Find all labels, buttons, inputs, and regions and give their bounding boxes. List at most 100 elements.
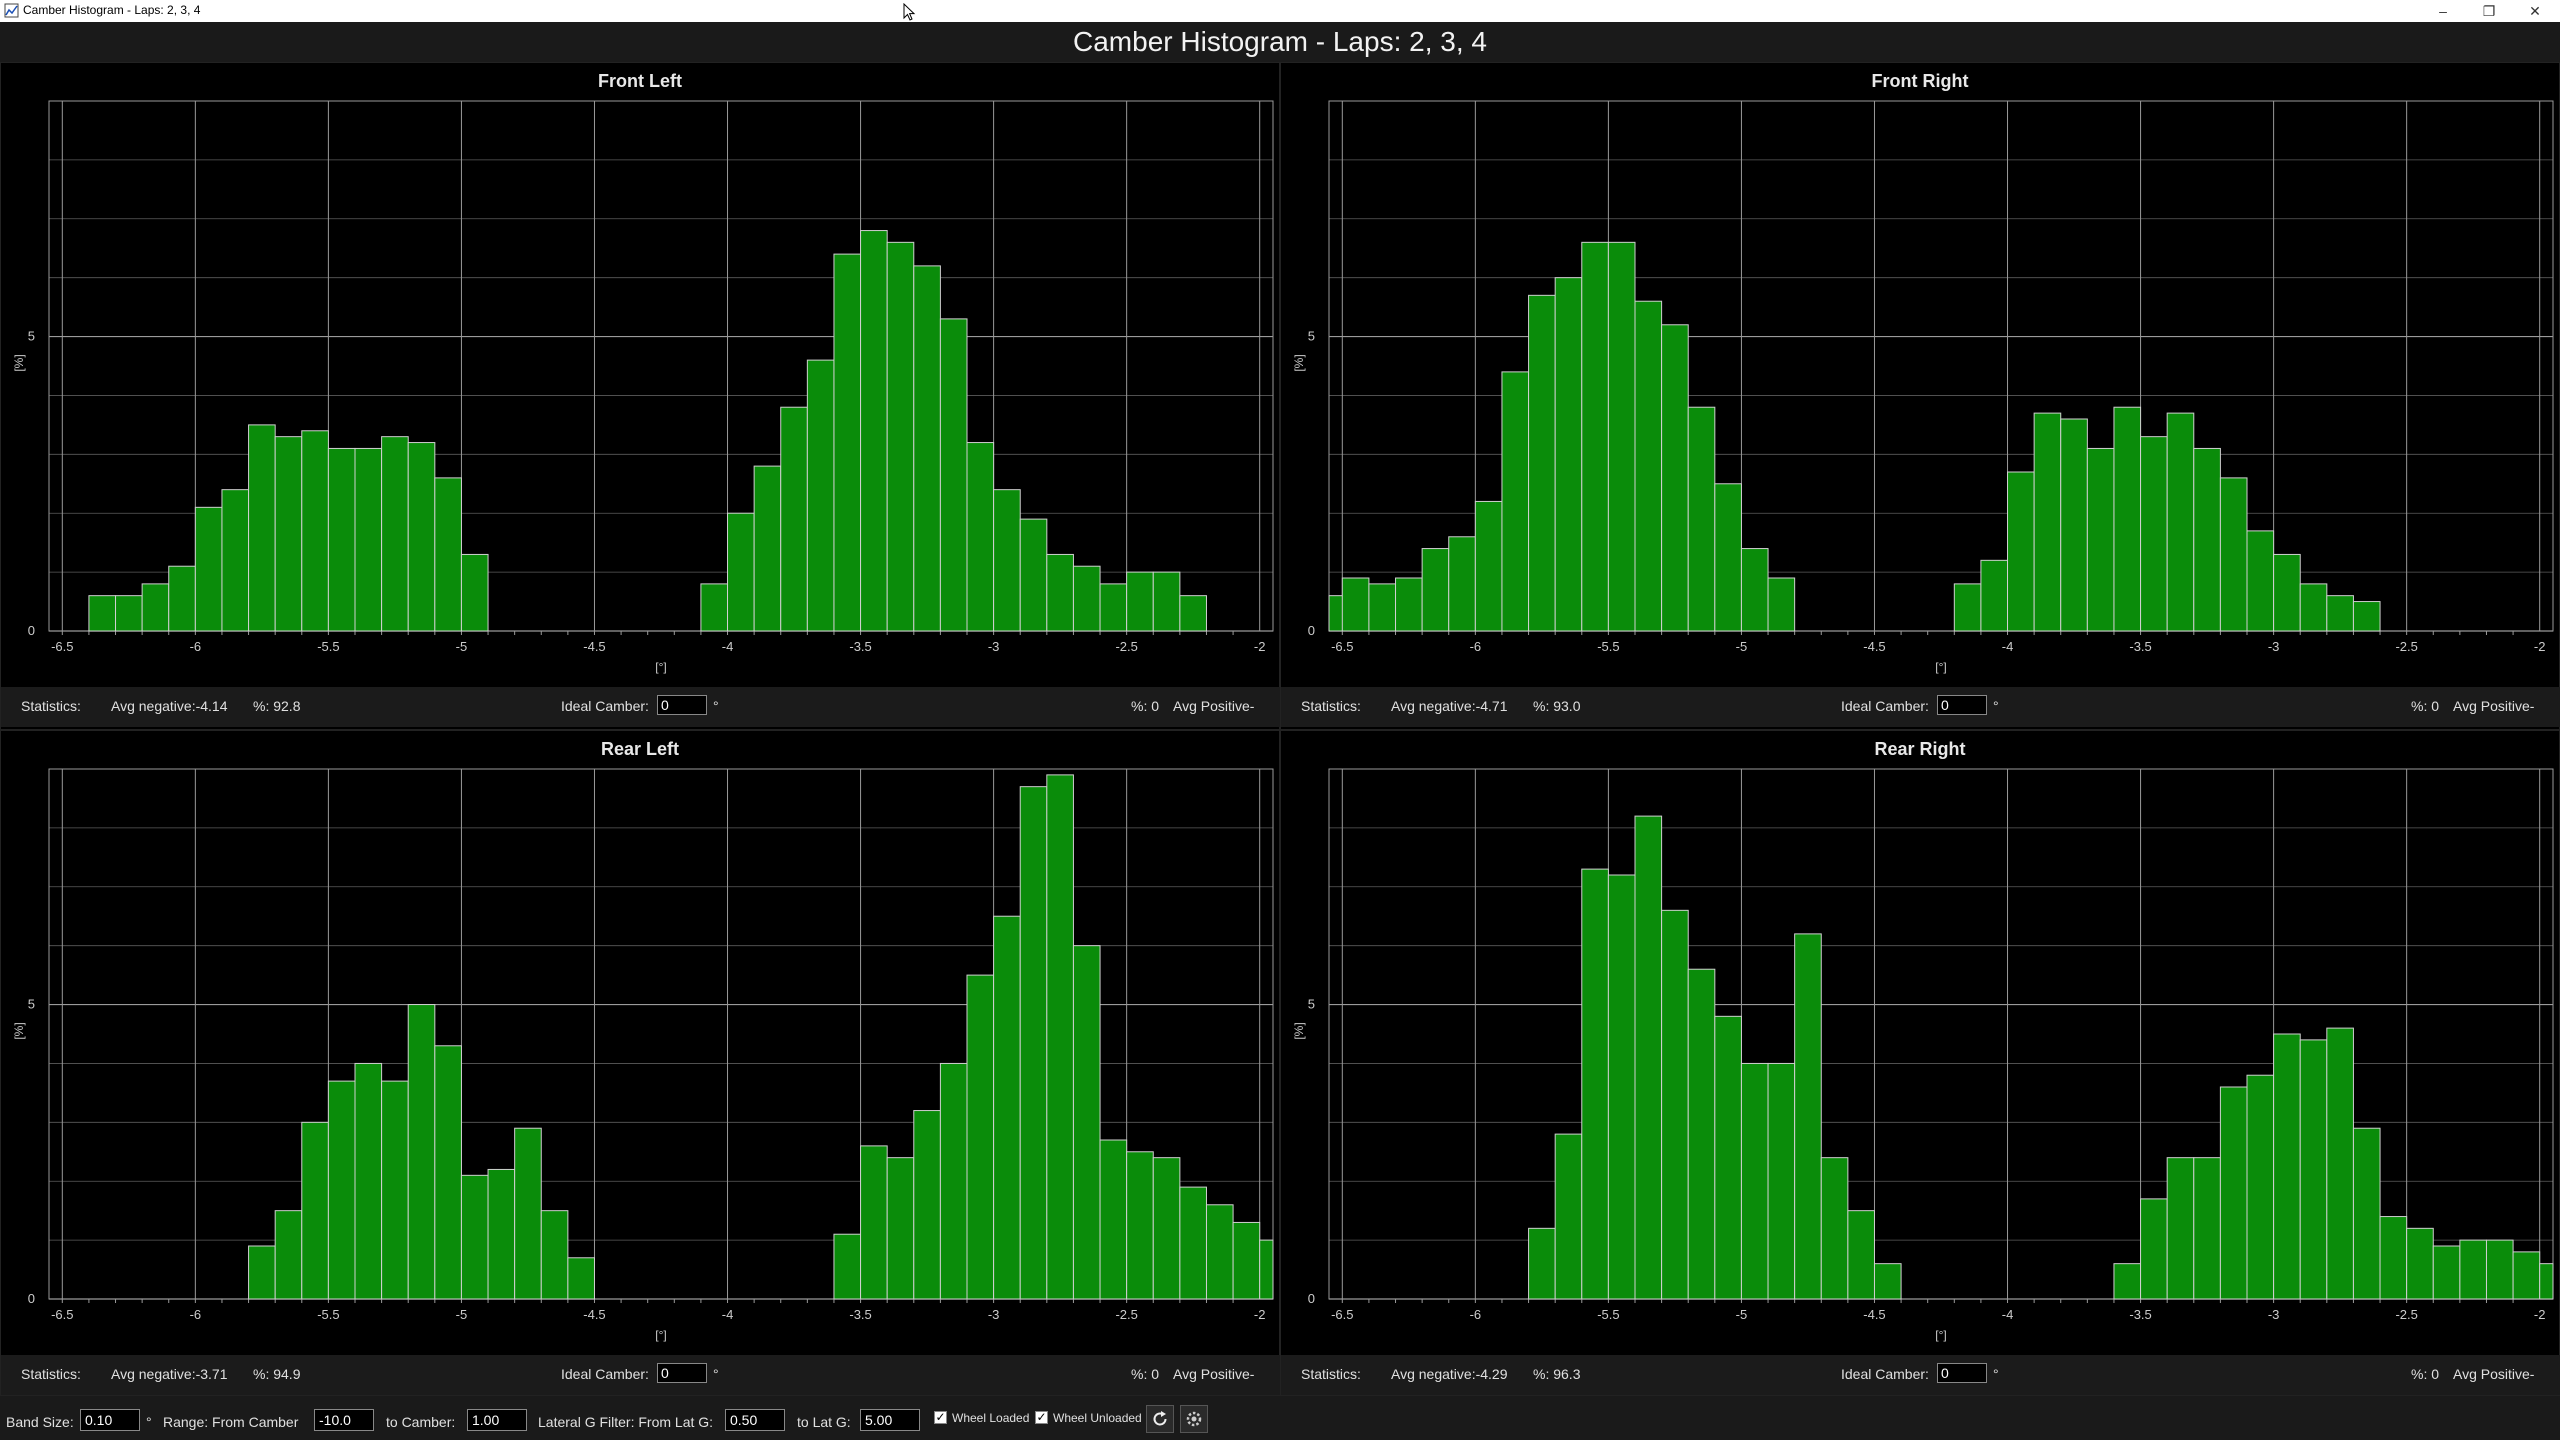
band-size-input[interactable] — [80, 1409, 140, 1431]
to-lat-g-input[interactable] — [860, 1409, 920, 1431]
ideal-camber-input[interactable] — [657, 695, 707, 715]
histogram-bar — [301, 1121, 329, 1300]
histogram-bar — [1019, 518, 1048, 632]
histogram-bar — [1607, 874, 1636, 1300]
histogram-bar — [141, 583, 170, 632]
x-tick-label: -4.5 — [1863, 639, 1885, 654]
x-tick-label: -6 — [1470, 639, 1482, 654]
y-tick-label: 5 — [28, 997, 35, 1012]
wheel-unloaded-checkbox[interactable]: ✓ — [1035, 1411, 1048, 1424]
percent-positive-value: %: 0 — [1131, 698, 1160, 714]
histogram-bar — [753, 465, 782, 632]
percent-negative-value: %: 94.9 — [253, 1366, 301, 1382]
minimize-button[interactable]: – — [2420, 0, 2466, 22]
histogram-bar — [1953, 583, 1982, 632]
histogram-bar — [913, 1110, 941, 1300]
x-tick-label: -5.5 — [1597, 639, 1619, 654]
x-tick-label: -6.5 — [51, 639, 73, 654]
x-tick-label: -5 — [1736, 639, 1748, 654]
histogram-bar — [2060, 418, 2088, 632]
histogram-bar — [727, 512, 755, 632]
ideal-camber-input[interactable] — [657, 1363, 707, 1383]
histogram-bar — [1046, 774, 1074, 1300]
histogram-bar — [2273, 553, 2301, 632]
histogram-bar — [1474, 500, 1503, 632]
ideal-camber-label: Ideal Camber: — [1841, 1366, 1929, 1382]
histogram-bar — [2512, 1251, 2541, 1300]
histogram-bar — [1820, 1157, 1849, 1300]
x-tick-label: -6.5 — [1331, 639, 1353, 654]
avg-negative-value: Avg negative:-4.14 — [111, 698, 228, 714]
statistics-label: Statistics: — [21, 1366, 81, 1382]
x-tick-label: -4 — [2002, 639, 2014, 654]
to-lat-g-label: to Lat G: — [797, 1414, 851, 1430]
degree-unit: ° — [713, 698, 719, 714]
histogram-bar — [2166, 1157, 2195, 1300]
histogram-bar — [1126, 1151, 1154, 1300]
range-from-input[interactable] — [314, 1409, 374, 1431]
x-tick-label: -3 — [988, 1307, 1000, 1322]
histogram-bar — [1205, 1204, 1234, 1300]
x-tick-label: -2 — [1254, 1307, 1266, 1322]
maximize-button[interactable]: ❐ — [2466, 0, 2512, 22]
histogram-bar — [2086, 447, 2115, 632]
window-titlebar: Camber Histogram - Laps: 2, 3, 4 – ❐ ✕ — [0, 0, 2560, 22]
y-axis-label: [%] — [1292, 1022, 1306, 1039]
wheel-loaded-label: Wheel Loaded — [952, 1411, 1030, 1425]
avg-negative-value: Avg negative:-4.71 — [1391, 698, 1508, 714]
histogram-bar — [301, 430, 329, 632]
histogram-bar — [2140, 436, 2168, 632]
histogram-bar — [407, 442, 436, 632]
avg-negative-value: Avg negative:-3.71 — [111, 1366, 228, 1382]
x-tick-label: -2 — [2534, 1307, 2546, 1322]
close-button[interactable]: ✕ — [2512, 0, 2558, 22]
avg-positive-value: Avg Positive- — [1173, 698, 1255, 714]
percent-negative-value: %: 93.0 — [1533, 698, 1581, 714]
settings-icon — [1186, 1411, 1202, 1427]
x-tick-label: -3 — [988, 639, 1000, 654]
histogram-bar — [2033, 412, 2062, 632]
lat-g-from-input[interactable] — [725, 1409, 785, 1431]
x-tick-label: -2 — [2534, 639, 2546, 654]
y-axis-label: [%] — [1292, 354, 1306, 371]
refresh-button[interactable] — [1146, 1405, 1174, 1433]
degree-unit: ° — [713, 1366, 719, 1382]
degree-unit: ° — [1993, 698, 1999, 714]
ideal-camber-input[interactable] — [1937, 1363, 1987, 1383]
window-title: Camber Histogram - Laps: 2, 3, 4 — [23, 3, 201, 17]
histogram-bar — [886, 1157, 915, 1300]
histogram-bar — [2299, 583, 2328, 632]
stats-bar: Statistics: Avg negative:-4.14 %: 92.8 I… — [1, 687, 1281, 727]
histogram-bar — [168, 565, 196, 632]
x-tick-label: -3 — [2268, 1307, 2280, 1322]
histogram-bar — [248, 424, 276, 632]
histogram-bar — [1099, 1139, 1128, 1300]
histogram-chart: -6.5 -6 -5.5 -5 -4.5 -4 -3.5 -3 -2.5 -2 0 5 [°] [%] — [12, 768, 1274, 1342]
histogram-bar — [860, 230, 888, 632]
histogram-bar — [567, 1257, 595, 1300]
histogram-bar — [806, 359, 835, 632]
histogram-bar — [1740, 1062, 1769, 1300]
x-tick-label: -6.5 — [1331, 1307, 1353, 1322]
x-tick-label: -5.5 — [317, 1307, 339, 1322]
histogram-bar — [2432, 1245, 2461, 1300]
ideal-camber-label: Ideal Camber: — [561, 698, 649, 714]
histogram-bar — [460, 1174, 489, 1300]
to-camber-input[interactable] — [467, 1409, 527, 1431]
x-axis-label: [°] — [1935, 660, 1946, 674]
wheel-loaded-checkbox[interactable]: ✓ — [934, 1411, 947, 1424]
histogram-bar — [1794, 933, 1822, 1300]
settings-button[interactable] — [1180, 1405, 1208, 1433]
histogram-bar — [2246, 1074, 2275, 1300]
x-axis-label: [°] — [1935, 1328, 1946, 1342]
degree-unit: ° — [1993, 1366, 1999, 1382]
histogram-bar — [1152, 571, 1181, 632]
ideal-camber-label: Ideal Camber: — [561, 1366, 649, 1382]
histogram-bar — [2539, 1263, 2554, 1300]
refresh-icon — [1153, 1411, 1167, 1426]
histogram-bar — [993, 489, 1021, 632]
ideal-camber-input[interactable] — [1937, 695, 1987, 715]
x-tick-label: -2 — [1254, 639, 1266, 654]
histogram-bar — [2352, 1127, 2381, 1300]
x-tick-label: -4.5 — [583, 1307, 605, 1322]
